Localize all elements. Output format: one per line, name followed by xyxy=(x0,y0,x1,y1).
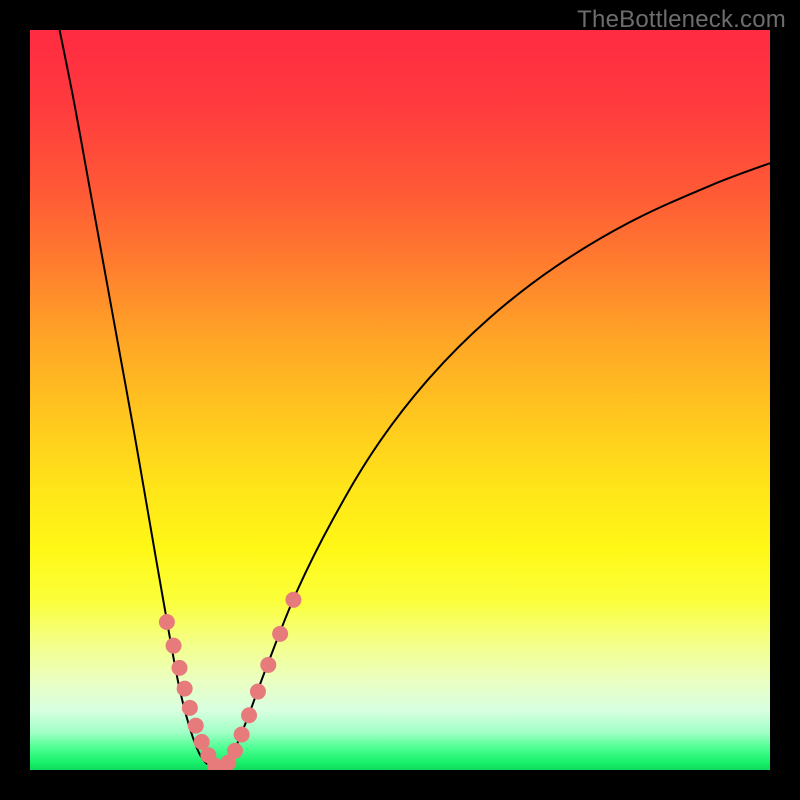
data-point xyxy=(285,592,301,608)
bottleneck-curve-right xyxy=(219,163,770,770)
data-point xyxy=(260,657,276,673)
data-point xyxy=(241,707,257,723)
plot-area xyxy=(30,30,770,770)
data-point xyxy=(250,684,266,700)
data-point xyxy=(272,626,288,642)
data-point xyxy=(166,638,182,654)
curve-layer xyxy=(30,30,770,770)
chart-frame: TheBottleneck.com xyxy=(0,0,800,800)
data-point xyxy=(234,726,250,742)
data-point xyxy=(171,660,187,676)
watermark-text: TheBottleneck.com xyxy=(577,6,786,34)
bottleneck-curve-left xyxy=(60,30,219,770)
data-point xyxy=(188,718,204,734)
data-point xyxy=(177,681,193,697)
data-point xyxy=(227,743,243,759)
data-points xyxy=(159,592,302,770)
data-point xyxy=(182,700,198,716)
data-point xyxy=(159,614,175,630)
